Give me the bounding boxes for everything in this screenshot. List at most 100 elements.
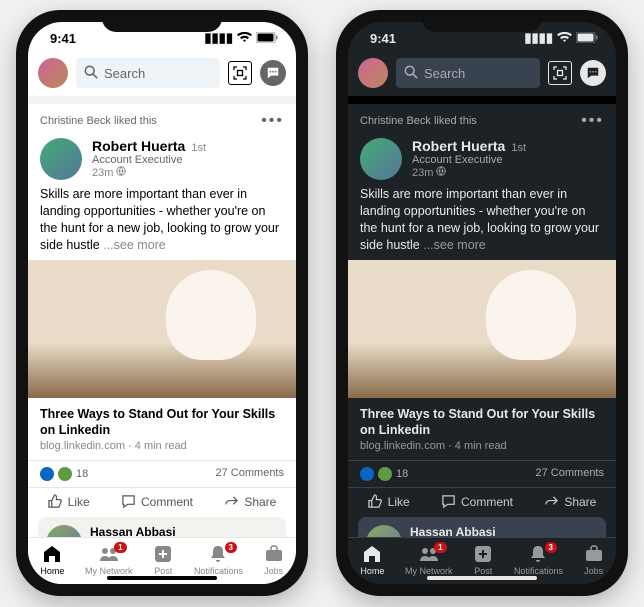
see-more-button[interactable]: ...see more — [420, 238, 486, 252]
commenter-name: Hassan Abbasi — [90, 525, 278, 537]
article-image[interactable] — [348, 260, 616, 398]
search-input[interactable]: Search — [76, 58, 220, 88]
nav-network-badge: 1 — [434, 542, 446, 553]
nav-jobs[interactable]: Jobs — [264, 544, 284, 576]
article-title: Three Ways to Stand Out for Your Skills … — [40, 406, 284, 439]
bottom-nav: Home 1 My Network Post 3 Notifications J… — [348, 537, 616, 584]
nav-notif-badge: 3 — [545, 542, 557, 553]
post-time: 23m — [412, 167, 433, 179]
poster-name[interactable]: Robert Huerta — [412, 138, 505, 154]
reaction-like-icon — [360, 467, 374, 481]
social-proof-row: Christine Beck liked this ••• — [348, 104, 616, 134]
social-proof-text: Christine Beck liked this — [40, 115, 157, 127]
nav-network-badge: 1 — [114, 542, 126, 553]
social-proof-row: Christine Beck liked this ••• — [28, 104, 296, 134]
signal-icon: ▮▮▮▮ — [204, 30, 233, 46]
post-actions: Like Comment Share — [28, 488, 296, 517]
battery-icon — [576, 31, 598, 46]
search-input[interactable]: Search — [396, 58, 540, 88]
nav-post[interactable]: Post — [473, 544, 493, 576]
comment-button[interactable]: Comment — [121, 494, 193, 509]
top-bar: Search — [348, 54, 616, 96]
post-menu-button[interactable]: ••• — [581, 112, 604, 130]
reaction-like-icon — [40, 467, 54, 481]
search-icon — [404, 65, 418, 82]
status-time: 9:41 — [370, 31, 396, 46]
globe-icon — [436, 166, 446, 179]
profile-avatar[interactable] — [38, 58, 68, 88]
comment-count[interactable]: 27 Comments — [216, 467, 284, 481]
nav-post[interactable]: Post — [153, 544, 173, 576]
reaction-celebrate-icon — [378, 467, 392, 481]
post-body: Skills are more important than ever in l… — [28, 186, 296, 260]
profile-avatar[interactable] — [358, 58, 388, 88]
briefcase-icon — [264, 544, 284, 564]
post-actions: Like Comment Share — [348, 488, 616, 517]
post-body: Skills are more important than ever in l… — [348, 186, 616, 260]
comment-count[interactable]: 27 Comments — [536, 467, 604, 481]
search-icon — [84, 65, 98, 82]
qr-scan-button[interactable] — [548, 61, 572, 85]
messaging-button[interactable] — [580, 60, 606, 86]
top-bar: Search — [28, 54, 296, 96]
nav-jobs[interactable]: Jobs — [584, 544, 604, 576]
nav-notifications[interactable]: 3 Notifications — [194, 544, 243, 576]
nav-notifications[interactable]: 3 Notifications — [514, 544, 563, 576]
qr-scan-button[interactable] — [228, 61, 252, 85]
post-icon — [153, 544, 173, 564]
phone-light-mode: 9:41 ▮▮▮▮ Search — [16, 10, 308, 596]
status-time: 9:41 — [50, 31, 76, 46]
commenter-avatar[interactable] — [366, 525, 402, 537]
article-source: blog.linkedin.com · 4 min read — [40, 440, 284, 452]
poster-title: Account Executive — [412, 154, 526, 166]
poster-avatar[interactable] — [40, 138, 82, 180]
article-title: Three Ways to Stand Out for Your Skills … — [360, 406, 604, 439]
wifi-icon — [237, 31, 252, 46]
poster-title: Account Executive — [92, 154, 206, 166]
commenter-name: Hassan Abbasi — [410, 525, 598, 537]
notch — [102, 10, 222, 32]
commenter-avatar[interactable] — [46, 525, 82, 537]
share-button[interactable]: Share — [224, 494, 276, 509]
home-indicator — [427, 576, 537, 580]
reaction-count: 18 — [396, 468, 408, 480]
poster-name[interactable]: Robert Huerta — [92, 138, 185, 154]
see-more-button[interactable]: ...see more — [100, 238, 166, 252]
search-placeholder: Search — [104, 66, 145, 81]
post-time: 23m — [92, 167, 113, 179]
poster-degree: 1st — [511, 142, 526, 154]
post-stats[interactable]: 18 27 Comments — [348, 461, 616, 487]
nav-network[interactable]: 1 My Network — [405, 544, 453, 576]
nav-home[interactable]: Home — [360, 544, 384, 576]
comment-button[interactable]: Comment — [441, 494, 513, 509]
phone-dark-mode: 9:41 ▮▮▮▮ Search — [336, 10, 628, 596]
search-placeholder: Search — [424, 66, 465, 81]
article-card[interactable]: Three Ways to Stand Out for Your Skills … — [28, 398, 296, 461]
poster-avatar[interactable] — [360, 138, 402, 180]
like-button[interactable]: Like — [48, 494, 90, 509]
post-header[interactable]: Robert Huerta 1st Account Executive 23m — [28, 134, 296, 186]
globe-icon — [116, 166, 126, 179]
battery-icon — [256, 31, 278, 46]
post-icon — [473, 544, 493, 564]
comment-card[interactable]: Hassan Abbasi Regional Sales Manager at … — [358, 517, 606, 537]
article-image[interactable] — [28, 260, 296, 398]
share-button[interactable]: Share — [544, 494, 596, 509]
post-stats[interactable]: 18 27 Comments — [28, 461, 296, 487]
notch — [422, 10, 542, 32]
bottom-nav: Home 1 My Network Post 3 Notifications J… — [28, 537, 296, 584]
like-button[interactable]: Like — [368, 494, 410, 509]
wifi-icon — [557, 31, 572, 46]
reaction-count: 18 — [76, 468, 88, 480]
comment-card[interactable]: Hassan Abbasi Regional Sales Manager at … — [38, 517, 286, 537]
briefcase-icon — [584, 544, 604, 564]
social-proof-text: Christine Beck liked this — [360, 115, 477, 127]
nav-network[interactable]: 1 My Network — [85, 544, 133, 576]
home-icon — [42, 544, 62, 564]
article-card[interactable]: Three Ways to Stand Out for Your Skills … — [348, 398, 616, 461]
nav-home[interactable]: Home — [40, 544, 64, 576]
nav-notif-badge: 3 — [225, 542, 237, 553]
post-header[interactable]: Robert Huerta 1st Account Executive 23m — [348, 134, 616, 186]
messaging-button[interactable] — [260, 60, 286, 86]
post-menu-button[interactable]: ••• — [261, 112, 284, 130]
